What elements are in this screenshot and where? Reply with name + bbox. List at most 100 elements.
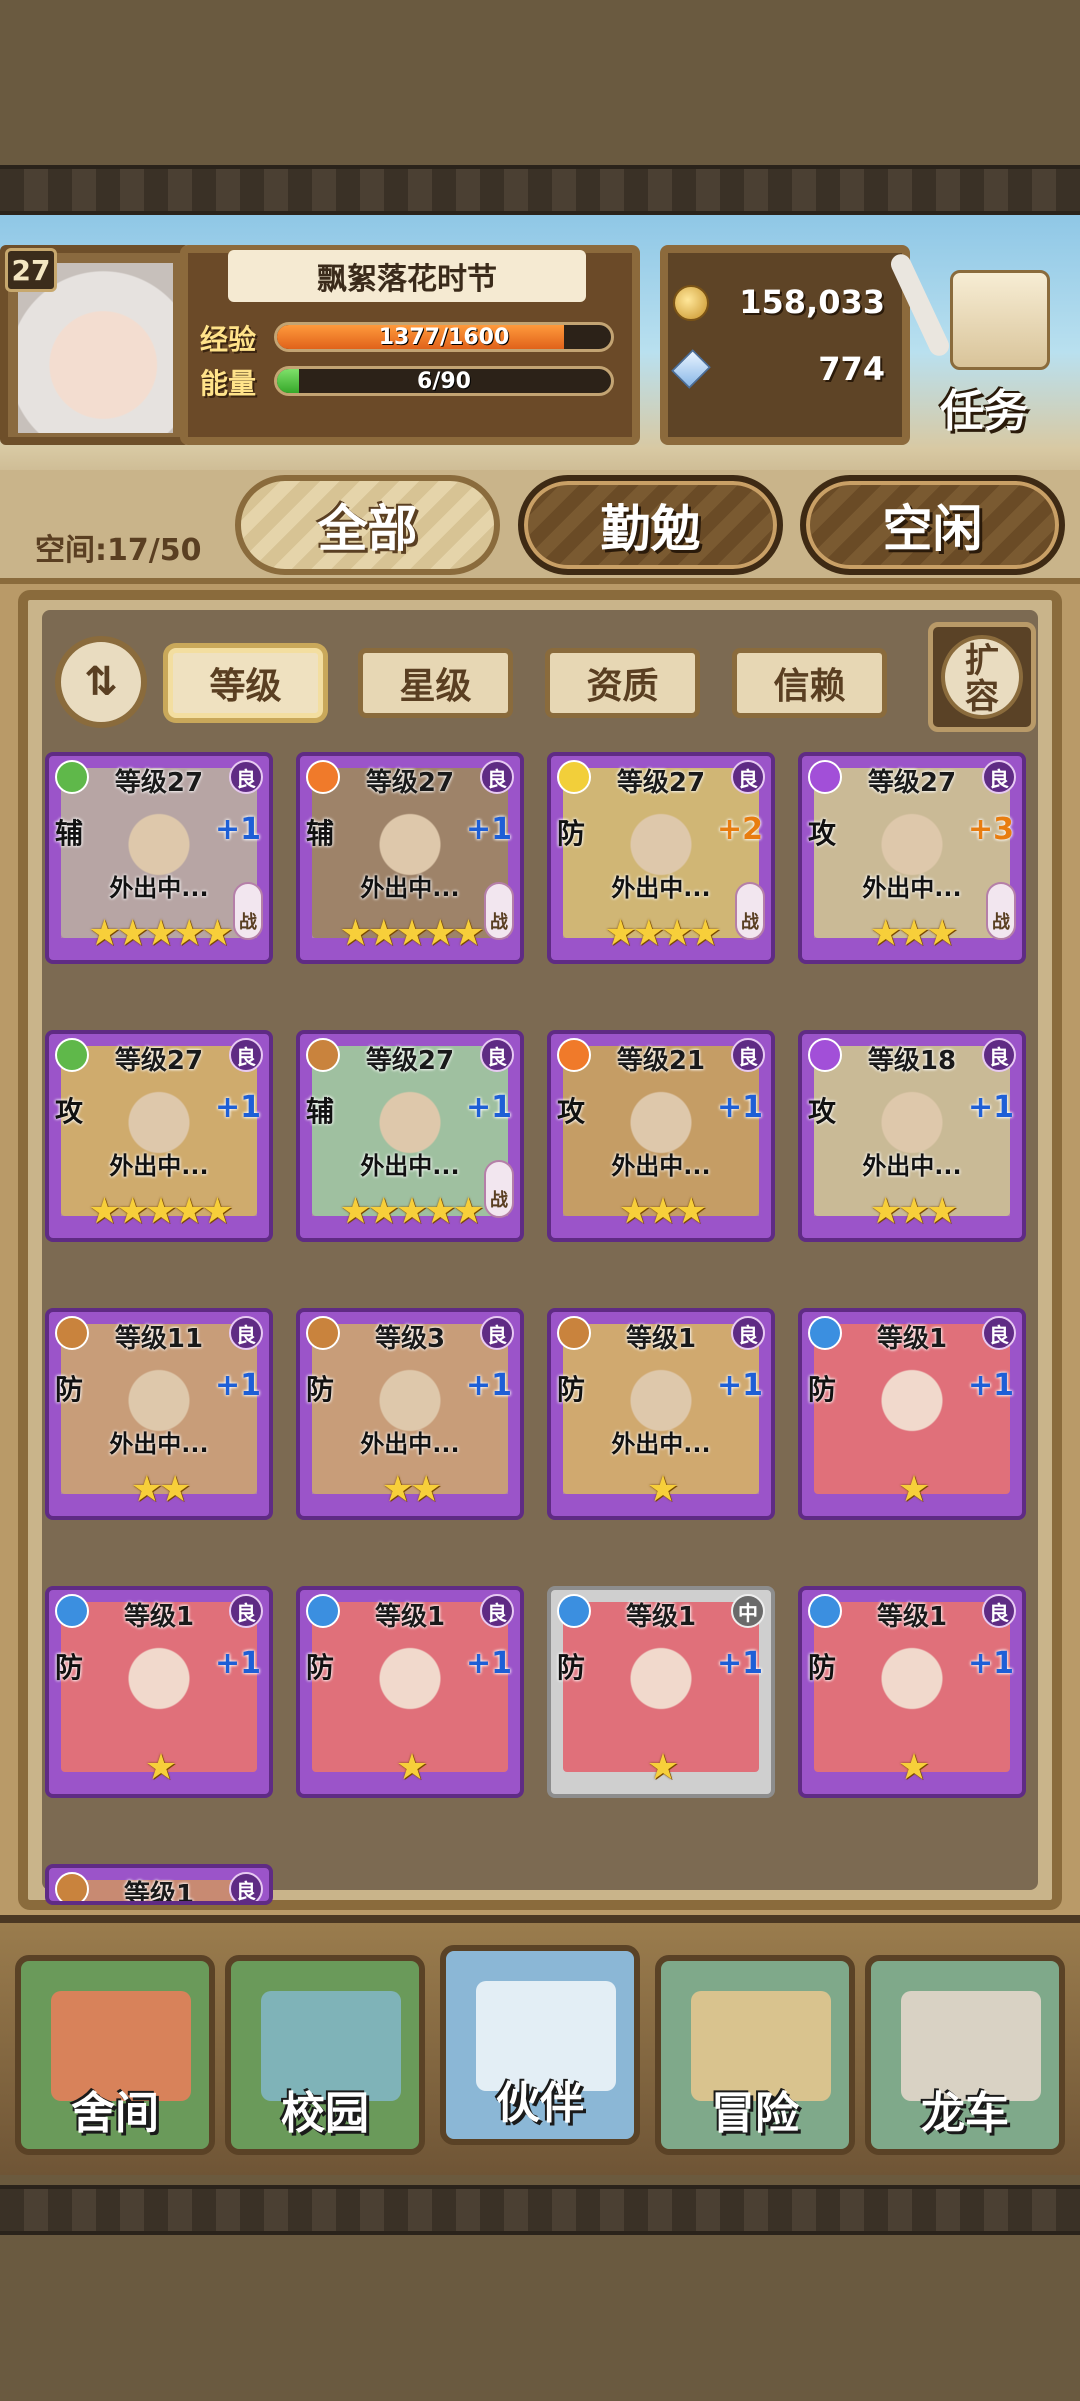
partner-card[interactable]: 等级1 良防 +1 ★	[296, 1586, 524, 1798]
partner-role: 攻	[808, 817, 837, 850]
top-border-pattern	[0, 165, 1080, 215]
currency-panel	[660, 245, 910, 445]
game-screen: 27 飘絮落花时节 经验 1377/1600 能量 6/90 158,033 7…	[0, 0, 1080, 2401]
battle-tag: 战	[484, 882, 514, 940]
gold-coin-icon	[673, 285, 709, 321]
energy-value: 6/90	[417, 368, 471, 394]
tab-all[interactable]: 全部	[235, 475, 500, 575]
bonus-value: +1	[214, 812, 261, 847]
nav-partners-label: 伙伴	[496, 2078, 584, 2129]
partner-role: 防	[557, 817, 586, 850]
partner-card[interactable]: 等级11 良防 +1 外出中... ★★	[45, 1308, 273, 1520]
bonus-value: +1	[465, 1368, 512, 1403]
nav-campus[interactable]: 校园	[225, 1955, 425, 2155]
rarity-badge: 良	[480, 1594, 514, 1628]
exp-bar: 1377/1600	[274, 322, 614, 352]
star-rating: ★	[144, 1747, 177, 1788]
bonus-value: +1	[967, 1646, 1014, 1681]
star-rating: ★★	[130, 1469, 192, 1510]
scroll-icon	[950, 270, 1050, 370]
star-rating: ★	[897, 1469, 930, 1510]
partner-role: 防	[557, 1651, 586, 1684]
bonus-value: +1	[716, 1646, 763, 1681]
exp-value: 1377/1600	[378, 324, 510, 350]
star-rating: ★★★	[618, 1191, 708, 1232]
rarity-badge: 良	[982, 1316, 1016, 1350]
partner-card[interactable]: 等级1 良防 +1 ★	[798, 1586, 1026, 1798]
star-rating: ★★★★★	[88, 1191, 233, 1232]
bonus-value: +1	[214, 1646, 261, 1681]
tab-diligent[interactable]: 勤勉	[518, 475, 783, 575]
partner-role: 攻	[557, 1095, 586, 1128]
sort-by-quality-button[interactable]: 资质	[545, 648, 700, 718]
star-rating: ★	[646, 1747, 679, 1788]
rarity-badge: 良	[982, 1038, 1016, 1072]
sort-order-toggle[interactable]: ⇅	[55, 636, 147, 728]
partner-card[interactable]: 等级27 良辅 +1 外出中... ★★★★★ 战	[296, 752, 524, 964]
rarity-badge: 良	[229, 1038, 263, 1072]
bonus-value: +1	[465, 1090, 512, 1125]
partner-card[interactable]: 等级1 良防 +1 ★	[45, 1586, 273, 1798]
rarity-badge: 良	[229, 1594, 263, 1628]
partner-card[interactable]: 等级27 良防 +2 外出中... ★★★★ 战	[547, 752, 775, 964]
rarity-badge: 良	[982, 760, 1016, 794]
sort-by-level-button[interactable]: 等级	[168, 648, 323, 718]
bonus-value: +3	[967, 812, 1014, 847]
partner-card[interactable]: 等级1 良防 +1 ★	[798, 1308, 1026, 1520]
nav-campus-label: 校园	[281, 2088, 369, 2139]
rarity-badge: 良	[731, 1038, 765, 1072]
energy-bar: 6/90	[274, 366, 614, 396]
bonus-value: +1	[465, 1646, 512, 1681]
top-band	[0, 0, 1080, 165]
sort-by-star-button[interactable]: 星级	[358, 648, 513, 718]
partner-card[interactable]: 等级1 中防 +1 ★	[547, 1586, 775, 1798]
partner-card[interactable]: 等级27 良攻 +1 外出中... ★★★★★	[45, 1030, 273, 1242]
bonus-value: +1	[214, 1368, 261, 1403]
expand-label: 扩容	[941, 635, 1023, 719]
tab-idle[interactable]: 空闲	[800, 475, 1065, 575]
bonus-value: +1	[465, 812, 512, 847]
exp-label: 经验	[200, 323, 257, 356]
status-text: 外出中...	[109, 1152, 209, 1180]
bottom-border-pattern	[0, 2185, 1080, 2235]
mission-label: 任务	[940, 386, 1028, 437]
rarity-badge: 良	[229, 760, 263, 794]
rarity-badge: 良	[229, 1316, 263, 1350]
partner-card[interactable]: 等级27 良攻 +3 外出中... ★★★ 战	[798, 752, 1026, 964]
partner-role: 辅	[306, 1095, 335, 1128]
bonus-value: +1	[967, 1090, 1014, 1125]
partner-role: 攻	[55, 1095, 84, 1128]
rarity-badge: 中	[731, 1594, 765, 1628]
star-rating: ★	[646, 1469, 679, 1510]
nav-adventure[interactable]: 冒险	[655, 1955, 855, 2155]
star-rating: ★★★	[869, 1191, 959, 1232]
partner-card[interactable]: 等级1 良防 +1 外出中... ★	[547, 1308, 775, 1520]
rarity-badge: 良	[480, 1038, 514, 1072]
partner-role: 防	[55, 1651, 84, 1684]
status-text: 外出中...	[109, 1430, 209, 1458]
status-text: 外出中...	[862, 1152, 962, 1180]
bonus-value: +1	[716, 1368, 763, 1403]
rarity-badge: 良	[480, 1316, 514, 1350]
partner-card[interactable]: 等级21 良攻 +1 外出中... ★★★	[547, 1030, 775, 1242]
nav-dorm-label: 舍间	[71, 2088, 159, 2139]
partner-card[interactable]: 等级18 良攻 +1 外出中... ★★★	[798, 1030, 1026, 1242]
partner-card[interactable]: 等级3 良防 +1 外出中... ★★	[296, 1308, 524, 1520]
partner-role: 防	[55, 1373, 84, 1406]
rarity-badge: 良	[731, 760, 765, 794]
partner-card[interactable]: 等级27 良辅 +1 外出中... ★★★★★ 战	[296, 1030, 524, 1242]
partner-role: 防	[557, 1373, 586, 1406]
sort-by-trust-button[interactable]: 信赖	[732, 648, 887, 718]
energy-label: 能量	[200, 367, 257, 400]
partner-role: 防	[808, 1373, 837, 1406]
partner-card[interactable]: 等级27 良辅 +1 外出中... ★★★★★ 战	[45, 752, 273, 964]
partner-role: 辅	[306, 817, 335, 850]
partner-card[interactable]: 等级1 良	[45, 1864, 273, 1905]
rarity-badge: 良	[982, 1594, 1016, 1628]
expand-space-button[interactable]: 扩容	[928, 622, 1036, 732]
nav-dragon-cart[interactable]: 龙车	[865, 1955, 1065, 2155]
gold-amount: 158,033	[739, 283, 885, 321]
nav-partners[interactable]: 伙伴	[440, 1945, 640, 2145]
star-rating: ★★	[381, 1469, 443, 1510]
nav-dorm[interactable]: 舍间	[15, 1955, 215, 2155]
